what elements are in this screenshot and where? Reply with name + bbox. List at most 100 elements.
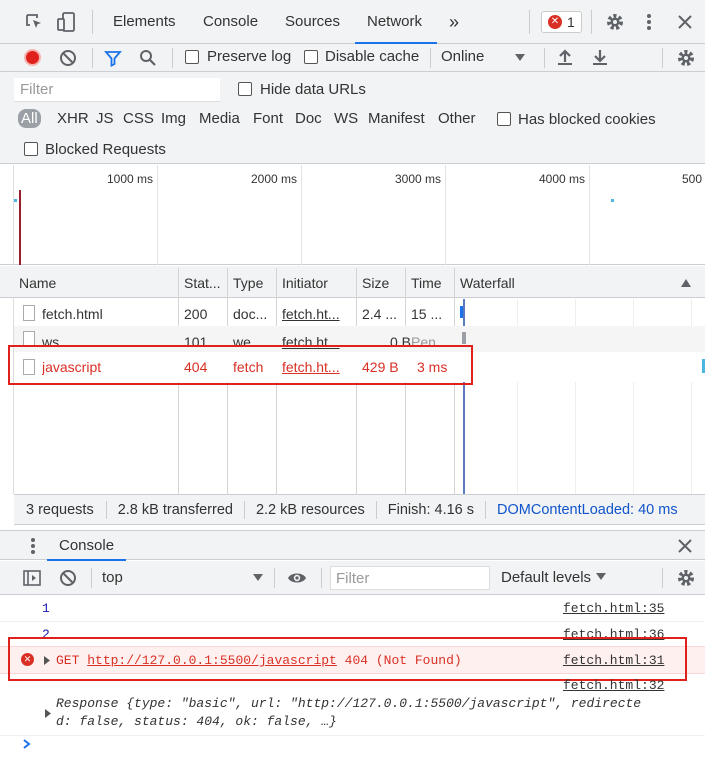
throttling-select[interactable]: Online (441, 48, 484, 65)
waterfall-bar (460, 306, 463, 318)
divider (92, 48, 93, 68)
console-message: Response {type: "basic", url: "http://12… (0, 694, 705, 736)
console-prompt-icon[interactable] (22, 738, 32, 750)
divider (274, 568, 275, 588)
divider (92, 10, 93, 34)
filter-input[interactable]: Filter (14, 78, 220, 102)
tab-console[interactable]: Console (203, 0, 258, 44)
table-row[interactable]: fetch.html 200 doc... fetch.ht... 2.4 ..… (14, 300, 705, 326)
summary-requests: 3 requests (26, 501, 94, 518)
more-options-icon[interactable] (646, 13, 652, 31)
tab-sources[interactable]: Sources (285, 0, 340, 44)
record-icon[interactable] (24, 49, 41, 66)
sort-ascending-icon[interactable] (681, 279, 691, 287)
log-levels-select[interactable]: Default levels (501, 569, 591, 586)
drawer-menu-icon[interactable] (30, 537, 36, 555)
overview-timeline[interactable]: 1000 ms 2000 ms 3000 ms 4000 ms 500 (0, 165, 705, 265)
more-tabs-button[interactable]: » (449, 0, 459, 44)
tab-elements[interactable]: Elements (113, 0, 176, 44)
type-filter-xhr[interactable]: XHR (57, 110, 89, 127)
request-name: fetch.html (42, 306, 103, 322)
divider (591, 10, 592, 34)
device-toolbar-icon[interactable] (56, 11, 76, 33)
has-blocked-cookies-checkbox[interactable] (497, 112, 511, 126)
grid-line (301, 165, 302, 265)
network-settings-gear-icon[interactable] (677, 49, 695, 67)
document-file-icon (23, 305, 35, 321)
clear-icon[interactable] (59, 49, 77, 67)
blocked-requests-checkbox[interactable] (24, 142, 38, 156)
column-header-time[interactable]: Time (411, 268, 442, 298)
column-header-initiator[interactable]: Initiator (282, 268, 328, 298)
type-filter-other[interactable]: Other (438, 110, 476, 127)
type-filter-doc[interactable]: Doc (295, 110, 322, 127)
highlight-box (8, 345, 473, 385)
chevron-down-icon (253, 574, 263, 581)
console-message: 1 fetch.html:35 (0, 596, 705, 622)
type-filter-media[interactable]: Media (199, 110, 240, 127)
show-sidebar-icon[interactable] (23, 570, 41, 586)
type-filter-ws[interactable]: WS (334, 110, 358, 127)
tick-label: 4000 ms (539, 172, 586, 186)
import-har-icon[interactable] (557, 48, 573, 66)
column-header-name[interactable]: Name (19, 268, 56, 298)
chevron-down-icon (596, 573, 606, 580)
filter-bar: Filter Hide data URLs All XHR JS CSS Img Medi… (0, 72, 705, 164)
close-drawer-icon[interactable] (678, 539, 692, 553)
table-header (0, 266, 705, 298)
request-bar (611, 199, 614, 202)
type-filter-img[interactable]: Img (161, 110, 186, 127)
export-har-icon[interactable] (592, 48, 608, 66)
drawer-tab-console[interactable]: Console (47, 531, 127, 561)
close-devtools-icon[interactable] (677, 14, 693, 30)
disable-cache-label: Disable cache (325, 48, 420, 65)
type-filter-css[interactable]: CSS (123, 110, 154, 127)
inspect-element-icon[interactable] (24, 12, 44, 32)
hide-data-urls-label: Hide data URLs (260, 81, 366, 98)
column-header-type[interactable]: Type (233, 268, 263, 298)
type-filter-manifest[interactable]: Manifest (368, 110, 425, 127)
summary-resources: 2.2 kB resources (255, 501, 365, 518)
type-filter-font[interactable]: Font (253, 110, 283, 127)
live-expression-eye-icon[interactable] (287, 571, 307, 585)
waterfall-bar (462, 332, 466, 344)
settings-gear-icon[interactable] (606, 13, 624, 31)
disable-cache-checkbox[interactable] (304, 50, 318, 64)
column-header-size[interactable]: Size (362, 268, 389, 298)
column-header-status[interactable]: Stat... (184, 268, 226, 298)
divider (321, 568, 322, 588)
clear-console-icon[interactable] (59, 569, 77, 587)
console-toolbar: top Filter Default levels (0, 561, 705, 595)
error-counter-badge[interactable]: ✕ 1 (541, 11, 582, 33)
type-filter-js[interactable]: JS (96, 110, 114, 127)
preserve-log-checkbox[interactable] (185, 50, 199, 64)
column-header-waterfall[interactable]: Waterfall (460, 268, 515, 298)
console-filter-input[interactable]: Filter (330, 566, 490, 590)
tick-label: 2000 ms (251, 172, 298, 186)
error-icon: ✕ (548, 15, 562, 29)
tick-label: 500 (682, 172, 703, 186)
context-selector[interactable]: top (102, 569, 123, 586)
console-settings-gear-icon[interactable] (677, 569, 695, 587)
source-link[interactable]: fetch.html:35 (563, 601, 664, 616)
request-bar (14, 199, 17, 202)
hide-data-urls-checkbox[interactable] (238, 82, 252, 96)
tab-network[interactable]: Network (355, 0, 437, 44)
request-status: 200 (184, 306, 208, 322)
summary-finish: Finish: 4.16 s (387, 501, 475, 518)
divider (544, 48, 545, 68)
devtools-tab-bar: Elements Console Sources Network » ✕ 1 (0, 0, 705, 44)
search-icon[interactable] (139, 49, 157, 67)
expand-triangle-icon[interactable] (45, 709, 51, 718)
error-count: 1 (567, 14, 575, 30)
source-link[interactable]: fetch.html:32 (563, 678, 664, 693)
divider (172, 48, 173, 68)
request-type: doc... (233, 306, 268, 322)
drawer-tab-bar: Console (0, 530, 705, 561)
divider (430, 48, 431, 68)
network-summary-bar: 3 requests 2.8 kB transferred 2.2 kB res… (14, 494, 705, 525)
request-initiator-link[interactable]: fetch.ht... (282, 306, 356, 322)
filter-funnel-icon[interactable] (104, 49, 122, 67)
type-filter-all[interactable]: All (18, 109, 41, 128)
response-object-line1[interactable]: Response {type: "basic", url: "http://12… (56, 696, 641, 711)
